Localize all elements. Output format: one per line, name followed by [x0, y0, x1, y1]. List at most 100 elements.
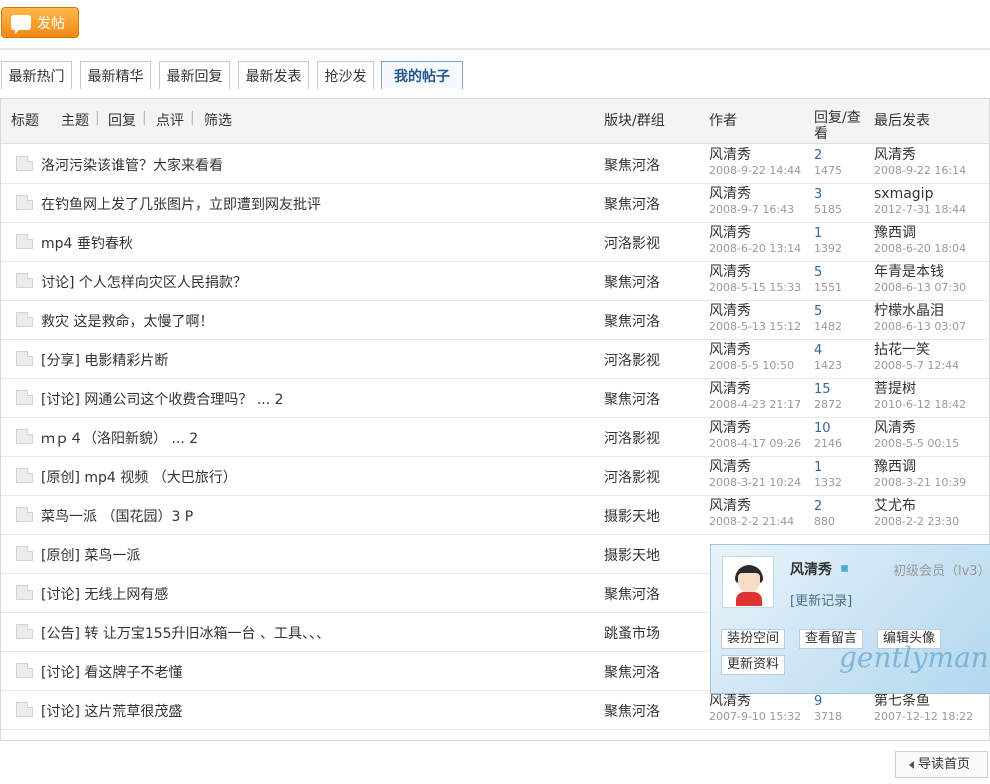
forum-link[interactable]: 聚焦河洛 — [604, 194, 660, 214]
reply-count[interactable]: 1 — [814, 226, 822, 241]
last-post-date[interactable]: 2008-6-13 03:07 — [874, 320, 966, 333]
reply-count[interactable]: 4 — [814, 343, 822, 358]
popup-username[interactable]: 风清秀 — [790, 559, 832, 579]
forum-link[interactable]: 摄影天地 — [604, 506, 660, 526]
last-poster-link[interactable]: 拈花一笑 — [874, 342, 930, 358]
post-date: 2008-4-17 09:26 — [709, 437, 802, 450]
guide-home-button[interactable]: 导读首页 — [895, 751, 988, 778]
reply-count[interactable]: 1 — [814, 460, 822, 475]
filter-comment[interactable]: 点评 — [156, 110, 184, 130]
table-row: 在钓鱼网上发了几张图片，立即遭到网友批评 聚焦河洛 风清秀 2008-9-7 16:4… — [1, 184, 989, 223]
tab-sofa[interactable]: 抢沙发 — [317, 61, 374, 89]
header-replies: 回复/查看 — [814, 110, 861, 142]
last-post-date[interactable]: 2008-3-21 10:39 — [874, 476, 966, 489]
author-link[interactable]: 风清秀 — [709, 264, 751, 280]
thread-title-link[interactable]: [讨论] 看这牌子不老懂 — [41, 662, 182, 682]
author-link[interactable]: 风清秀 — [709, 225, 751, 241]
author-link[interactable]: 风清秀 — [709, 381, 751, 397]
forum-link[interactable]: 聚焦河洛 — [604, 272, 660, 292]
thread-title-link[interactable]: ｍｐ４（洛阳新貌） ... 2 — [41, 428, 198, 448]
forum-link[interactable]: 聚焦河洛 — [604, 584, 660, 604]
forum-link[interactable]: 摄影天地 — [604, 545, 660, 565]
last-post-date[interactable]: 2010-6-12 18:42 — [874, 398, 966, 411]
last-poster-link[interactable]: 豫西调 — [874, 459, 916, 475]
post-button[interactable]: 发帖 — [1, 7, 79, 38]
thread-title-link[interactable]: [讨论] 这片荒草很茂盛 — [41, 701, 182, 721]
forum-link[interactable]: 聚焦河洛 — [604, 389, 660, 409]
author-link[interactable]: 风清秀 — [709, 186, 751, 202]
thread-title-link[interactable]: 救灾 这是救命，太慢了啊！ — [41, 311, 213, 331]
forum-link[interactable]: 聚焦河洛 — [604, 155, 660, 175]
thread-title-link[interactable]: 洛河污染该谁管？大家来看看 — [41, 155, 223, 175]
forum-link[interactable]: 河洛影视 — [604, 233, 660, 253]
thread-title-link[interactable]: 菜鸟一派 （国花园）3 P — [41, 506, 193, 526]
last-poster-link[interactable]: 风清秀 — [874, 420, 916, 436]
author-link[interactable]: 风清秀 — [709, 342, 751, 358]
reply-count[interactable]: 2 — [814, 148, 822, 163]
forum-link[interactable]: 聚焦河洛 — [604, 662, 660, 682]
last-poster-link[interactable]: 第七条鱼 — [874, 693, 930, 709]
author-link[interactable]: 风清秀 — [709, 147, 751, 163]
reply-count[interactable]: 5 — [814, 265, 822, 280]
thread-title-link[interactable]: [原创] 菜鸟一派 — [41, 545, 140, 565]
last-post-date[interactable]: 2007-12-12 18:22 — [874, 710, 973, 723]
thread-title-link[interactable]: [分享] 电影精彩片断 — [41, 350, 168, 370]
last-poster-link[interactable]: 风清秀 — [874, 147, 916, 163]
forum-link[interactable]: 河洛影视 — [604, 428, 660, 448]
tab-my-posts[interactable]: 我的帖子 — [381, 61, 463, 89]
last-poster-link[interactable]: 艾尤布 — [874, 498, 916, 514]
last-post-date[interactable]: 2008-9-22 16:14 — [874, 164, 966, 177]
last-poster-link[interactable]: 年青是本钱 — [874, 264, 944, 280]
thread-title-link[interactable]: 在钓鱼网上发了几张图片，立即遭到网友批评 — [41, 194, 321, 214]
avatar[interactable] — [722, 556, 774, 608]
forum-link[interactable]: 河洛影视 — [604, 350, 660, 370]
author-link[interactable]: 风清秀 — [709, 303, 751, 319]
reply-count[interactable]: 5 — [814, 304, 822, 319]
filter-select[interactable]: 筛选 — [204, 110, 232, 130]
table-row: [原创] mp4 视频 （大巴旅行） 河洛影视 风清秀 2008-3-21 10:24… — [1, 457, 989, 496]
forum-link[interactable]: 河洛影视 — [604, 467, 660, 487]
last-post-date[interactable]: 2008-5-7 12:44 — [874, 359, 959, 372]
last-post-date[interactable]: 2008-6-13 07:30 — [874, 281, 966, 294]
last-post-date[interactable]: 2012-7-31 18:44 — [874, 203, 966, 216]
last-post-date[interactable]: 2008-6-20 18:04 — [874, 242, 966, 255]
filter-topic[interactable]: 主题 — [61, 110, 89, 130]
thread-title-link[interactable]: mp4 垂钓春秋 — [41, 233, 133, 253]
thread-title-link[interactable]: 讨论] 个人怎样向灾区人民捐款？ — [41, 272, 247, 292]
thread-title-link[interactable]: [原创] mp4 视频 （大巴旅行） — [41, 467, 237, 487]
reply-count[interactable]: 15 — [814, 382, 831, 397]
thread-title-link[interactable]: [讨论] 无线上网有感 — [41, 584, 168, 604]
update-profile-button[interactable]: 更新资料 — [721, 655, 786, 675]
update-record-link[interactable]: [更新记录] — [790, 590, 852, 609]
filter-reply[interactable]: 回复 — [108, 110, 136, 130]
last-poster-link[interactable]: 菩提树 — [874, 381, 916, 397]
view-count: 5185 — [814, 203, 842, 216]
reply-count[interactable]: 3 — [814, 187, 822, 202]
view-count: 2146 — [814, 437, 842, 450]
author-link[interactable]: 风清秀 — [709, 693, 751, 709]
forum-link[interactable]: 跳蚤市场 — [604, 623, 660, 643]
tab-featured[interactable]: 最新精华 — [80, 61, 151, 89]
last-post-date[interactable]: 2008-2-2 23:30 — [874, 515, 959, 528]
last-poster-link[interactable]: sxmagip — [874, 186, 933, 202]
left-arrow-icon — [909, 761, 914, 769]
last-post-date[interactable]: 2008-5-5 00:15 — [874, 437, 959, 450]
tab-hot[interactable]: 最新热门 — [1, 61, 72, 89]
author-link[interactable]: 风清秀 — [709, 498, 751, 514]
last-poster-link[interactable]: 豫西调 — [874, 225, 916, 241]
post-date: 2008-4-23 21:17 — [709, 398, 802, 411]
reply-count[interactable]: 9 — [814, 694, 822, 709]
tab-latest-reply[interactable]: 最新回复 — [159, 61, 230, 89]
dress-space-button[interactable]: 装扮空间 — [721, 629, 786, 649]
forum-link[interactable]: 聚焦河洛 — [604, 701, 660, 721]
author-link[interactable]: 风清秀 — [709, 420, 751, 436]
forum-link[interactable]: 聚焦河洛 — [604, 311, 660, 331]
thread-title-link[interactable]: [讨论] 网通公司这个收费合理吗？ ... 2 — [41, 389, 284, 409]
tab-latest-post[interactable]: 最新发表 — [238, 61, 309, 89]
last-poster-link[interactable]: 柠檬水晶泪 — [874, 303, 944, 319]
reply-count[interactable]: 10 — [814, 421, 831, 436]
thread-title-link[interactable]: [公告] 转 让万宝155升旧冰箱一台 、工具、、、 — [41, 623, 330, 643]
author-link[interactable]: 风清秀 — [709, 459, 751, 475]
reply-count[interactable]: 2 — [814, 499, 822, 514]
separator: | — [190, 110, 195, 126]
